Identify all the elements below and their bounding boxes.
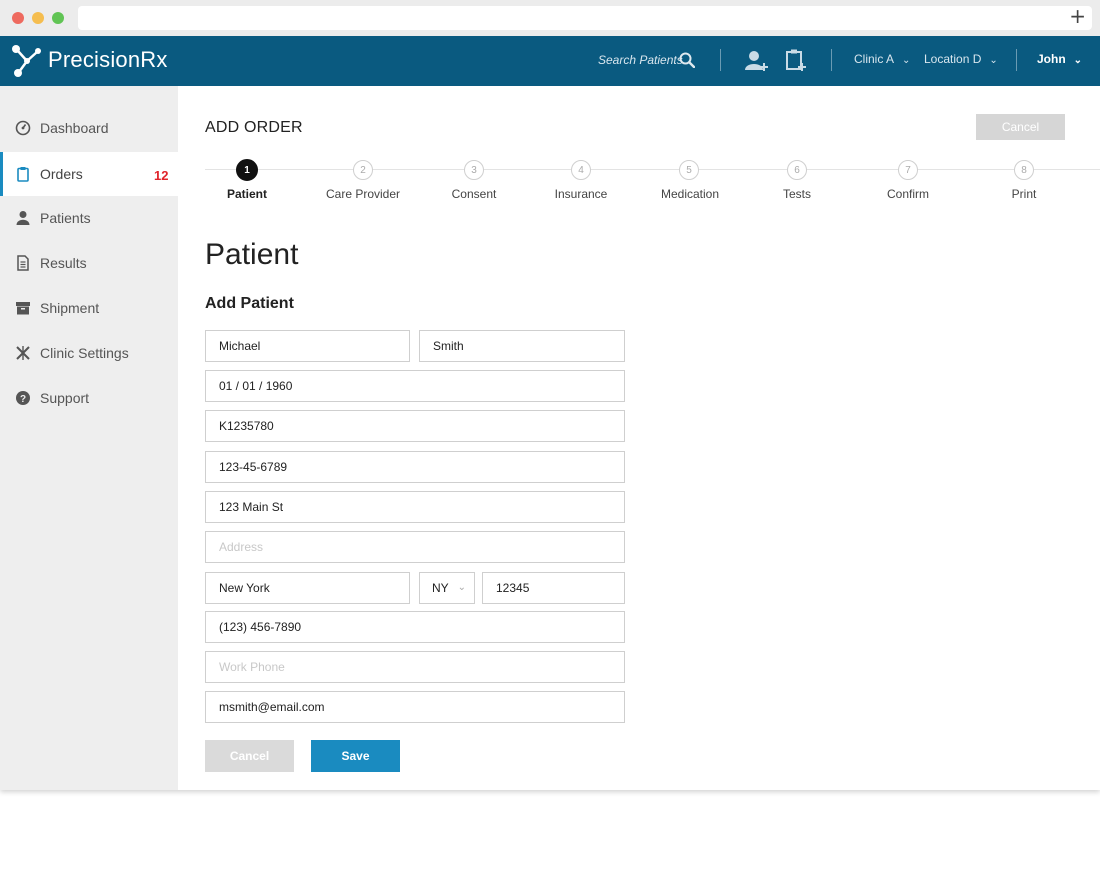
page-title: ADD ORDER: [205, 119, 303, 136]
clinic-select[interactable]: Clinic A ⌄: [854, 52, 910, 66]
stepper-track: [205, 169, 1100, 170]
address-line-1-field[interactable]: [205, 491, 625, 523]
date-of-birth-field[interactable]: [205, 370, 625, 402]
sidebar-nav: Dashboard Orders 12 Patients Results Shi…: [0, 86, 178, 790]
sidebar-item-results[interactable]: Results: [0, 241, 178, 285]
step-7-indicator[interactable]: 7: [898, 160, 918, 180]
document-icon: [17, 255, 29, 271]
brand-name[interactable]: PrecisionRx: [48, 47, 168, 73]
help-icon: ?: [16, 391, 30, 405]
search-patients-input[interactable]: Search Patients: [598, 53, 683, 67]
sidebar-item-dashboard[interactable]: Dashboard: [0, 106, 178, 150]
zip-field[interactable]: [482, 572, 625, 604]
email-field[interactable]: [205, 691, 625, 723]
step-medication-label[interactable]: Medication: [630, 187, 750, 201]
step-insurance-label[interactable]: Insurance: [521, 187, 641, 201]
cancel-button[interactable]: Cancel: [205, 740, 294, 772]
add-patient-icon[interactable]: [745, 49, 769, 73]
tools-icon: [16, 346, 30, 360]
address-bar[interactable]: [78, 6, 1092, 30]
chevron-down-icon: ⌄: [457, 582, 466, 593]
state-select-value: NY: [432, 581, 449, 595]
step-confirm-label[interactable]: Confirm: [848, 187, 968, 201]
step-6-indicator[interactable]: 6: [787, 160, 807, 180]
sidebar-item-label: Support: [40, 390, 90, 406]
svg-text:?: ?: [20, 394, 26, 405]
minimize-window-button[interactable]: [32, 12, 44, 24]
first-name-field[interactable]: [205, 330, 410, 362]
step-patient-label[interactable]: Patient: [187, 187, 307, 201]
step-2-indicator[interactable]: 2: [353, 160, 373, 180]
location-select-label: Location D: [924, 52, 982, 66]
new-tab-icon[interactable]: +: [1069, 4, 1086, 28]
step-3-indicator[interactable]: 3: [464, 160, 484, 180]
cancel-order-button[interactable]: Cancel: [976, 114, 1065, 140]
clinic-select-label: Clinic A: [854, 52, 895, 66]
chevron-down-icon: ⌄: [902, 55, 911, 66]
person-icon: [16, 211, 30, 225]
last-name-field[interactable]: [419, 330, 625, 362]
sidebar-item-orders[interactable]: Orders 12: [0, 152, 178, 196]
user-menu[interactable]: John ⌄: [1037, 52, 1082, 66]
sidebar-item-support[interactable]: ? Support: [0, 376, 178, 420]
sidebar-item-label: Dashboard: [40, 120, 109, 136]
search-icon[interactable]: [679, 52, 695, 68]
step-care-provider-label[interactable]: Care Provider: [303, 187, 423, 201]
step-4-indicator[interactable]: 4: [571, 160, 591, 180]
phone-field[interactable]: [205, 611, 625, 643]
maximize-window-button[interactable]: [52, 12, 64, 24]
sidebar-item-clinic-settings[interactable]: Clinic Settings: [0, 331, 178, 375]
ssn-field[interactable]: [205, 451, 625, 483]
save-button[interactable]: Save: [311, 740, 400, 772]
dashboard-icon: [15, 120, 31, 136]
city-field[interactable]: [205, 572, 410, 604]
sidebar-item-label: Shipment: [40, 300, 100, 316]
browser-chrome: +: [0, 0, 1100, 36]
clipboard-icon: [17, 167, 29, 182]
sidebar-item-label: Clinic Settings: [40, 345, 129, 361]
user-name: John: [1037, 52, 1066, 66]
chevron-down-icon: ⌄: [1073, 55, 1083, 66]
sidebar-item-shipment[interactable]: Shipment: [0, 286, 178, 330]
step-1-indicator[interactable]: 1: [236, 159, 258, 181]
section-title: Patient: [205, 238, 299, 271]
header-divider: [720, 49, 721, 71]
molecule-logo-icon[interactable]: [10, 44, 44, 78]
work-phone-field[interactable]: [205, 651, 625, 683]
step-8-indicator[interactable]: 8: [1014, 160, 1034, 180]
sidebar-item-patients[interactable]: Patients: [0, 196, 178, 240]
header-divider: [831, 49, 832, 71]
address-line-2-field[interactable]: [205, 531, 625, 563]
add-order-icon[interactable]: [785, 48, 807, 72]
close-window-button[interactable]: [12, 12, 24, 24]
form-subtitle: Add Patient: [205, 295, 294, 312]
step-5-indicator[interactable]: 5: [679, 160, 699, 180]
browser-window: + PrecisionRx Search Patients Clinic A ⌄…: [0, 0, 1100, 790]
id-number-field[interactable]: [205, 410, 625, 442]
step-consent-label[interactable]: Consent: [414, 187, 534, 201]
orders-count-badge: 12: [154, 168, 169, 183]
sidebar-item-label: Patients: [40, 210, 91, 226]
location-select[interactable]: Location D ⌄: [924, 52, 998, 66]
step-print-label[interactable]: Print: [964, 187, 1084, 201]
chevron-down-icon: ⌄: [989, 55, 998, 66]
box-icon: [16, 302, 30, 315]
header-divider: [1016, 49, 1017, 71]
sidebar-item-label: Orders: [40, 166, 83, 182]
state-select[interactable]: NY ⌄: [419, 572, 475, 604]
sidebar-item-label: Results: [40, 255, 87, 271]
app-header: PrecisionRx Search Patients Clinic A ⌄ Lo…: [0, 36, 1100, 86]
step-tests-label[interactable]: Tests: [737, 187, 857, 201]
